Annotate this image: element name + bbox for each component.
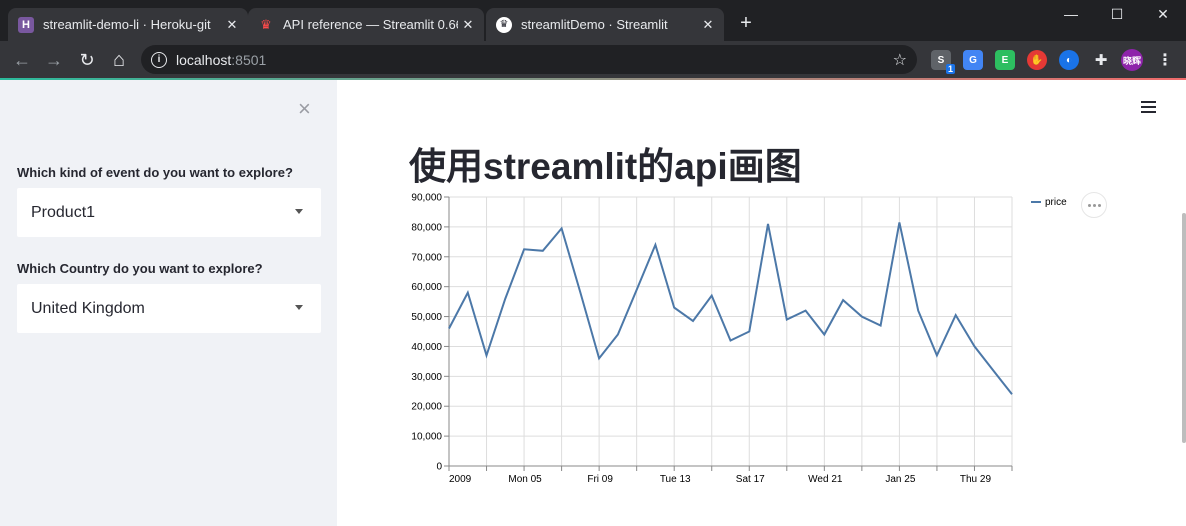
y-tick-label: 20,000 bbox=[411, 402, 442, 413]
url-port: :8501 bbox=[231, 51, 267, 68]
close-icon[interactable]: ✕ bbox=[222, 17, 242, 33]
ext-glyph: G bbox=[969, 54, 977, 66]
url-text: localhost:8501 bbox=[176, 52, 266, 68]
globe-ext-icon[interactable]: ◐ bbox=[1059, 50, 1079, 70]
y-tick-label: 70,000 bbox=[411, 252, 442, 263]
country-select-label: Which Country do you want to explore? bbox=[17, 261, 263, 276]
profile-avatar[interactable]: 晓辉 bbox=[1121, 49, 1143, 71]
home-button[interactable]: ⌂ bbox=[106, 47, 132, 73]
y-tick-label: 90,000 bbox=[411, 193, 442, 204]
tab-api-reference[interactable]: ♛ API reference — Streamlit 0.66 ✕ bbox=[248, 8, 484, 41]
address-bar[interactable]: i localhost:8501 ☆ bbox=[141, 45, 917, 74]
ext-glyph: ✚ bbox=[1094, 52, 1108, 69]
browser-toolbar: ← → ↻ ⌂ i localhost:8501 ☆ S 1 G E ✋ ◐ ✚… bbox=[0, 41, 1186, 78]
close-icon[interactable]: ✕ bbox=[698, 17, 718, 33]
y-tick-label: 50,000 bbox=[411, 312, 442, 323]
browser-window: H streamlit-demo-li · Heroku-git ✕ ♛ API… bbox=[0, 0, 1186, 526]
y-tick-label: 0 bbox=[436, 462, 442, 473]
minimize-button[interactable]: — bbox=[1048, 0, 1094, 28]
new-tab-button[interactable]: + bbox=[735, 12, 757, 34]
legend-label: price bbox=[1045, 197, 1067, 208]
evernote-icon[interactable]: E bbox=[995, 50, 1015, 70]
ext-glyph: ◐ bbox=[1065, 54, 1073, 66]
streamlit-favicon-icon: ♛ bbox=[496, 16, 512, 33]
x-tick-label: 2009 bbox=[449, 474, 472, 485]
main-content: 使用streamlit的api画图 0 10,000 20,000 30,000 40,… bbox=[337, 80, 1186, 526]
y-tick-label: 60,000 bbox=[411, 282, 442, 293]
puzzle-icon[interactable]: ✚ bbox=[1091, 50, 1111, 70]
x-tick-label: Wed 21 bbox=[808, 474, 843, 485]
chevron-down-icon bbox=[295, 209, 303, 214]
x-tick-label: Thu 29 bbox=[960, 474, 992, 485]
y-tick-label: 40,000 bbox=[411, 342, 442, 353]
reload-button[interactable]: ↻ bbox=[74, 47, 100, 73]
tab-strip: H streamlit-demo-li · Heroku-git ✕ ♛ API… bbox=[0, 0, 1186, 41]
x-tick-label: Fri 09 bbox=[587, 474, 613, 485]
app-menu-icon[interactable] bbox=[1141, 101, 1156, 114]
chart-actions-button[interactable] bbox=[1081, 192, 1107, 218]
close-window-button[interactable]: ✕ bbox=[1140, 0, 1186, 28]
scrollbar[interactable] bbox=[1182, 213, 1186, 443]
country-select-value: United Kingdom bbox=[31, 299, 145, 317]
forward-button[interactable]: → bbox=[41, 47, 67, 73]
y-tick-label: 10,000 bbox=[411, 432, 442, 443]
tab-title: API reference — Streamlit 0.66 bbox=[283, 17, 458, 32]
browser-menu-icon[interactable]: ⋮ bbox=[1155, 50, 1175, 70]
close-sidebar-icon[interactable]: × bbox=[298, 96, 311, 122]
series-line-price bbox=[448, 222, 1013, 395]
close-icon[interactable]: ✕ bbox=[458, 17, 478, 33]
event-select-label: Which kind of event do you want to explo… bbox=[17, 165, 293, 180]
x-tick-label: Tue 13 bbox=[660, 474, 691, 485]
tab-streamlit-demo[interactable]: ♛ streamlitDemo · Streamlit ✕ bbox=[486, 8, 724, 41]
x-tick-label: Mon 05 bbox=[508, 474, 542, 485]
s-ext-icon[interactable]: S 1 bbox=[931, 50, 955, 74]
event-select-value: Product1 bbox=[31, 203, 96, 221]
translate-icon[interactable]: G bbox=[963, 50, 983, 70]
maximize-button[interactable]: ☐ bbox=[1094, 0, 1140, 28]
y-tick-label: 80,000 bbox=[411, 222, 442, 233]
ext-glyph: E bbox=[1001, 54, 1009, 66]
site-info-icon[interactable]: i bbox=[151, 51, 167, 68]
x-tick-label: Jan 25 bbox=[885, 474, 915, 485]
tab-heroku[interactable]: H streamlit-demo-li · Heroku-git ✕ bbox=[8, 8, 248, 41]
x-tick-label: Sat 17 bbox=[736, 474, 765, 485]
tab-title: streamlitDemo · Streamlit bbox=[521, 17, 668, 32]
line-chart: 0 10,000 20,000 30,000 40,000 50,000 60,000 70,… bbox=[411, 193, 1067, 486]
back-button[interactable]: ← bbox=[9, 47, 35, 73]
event-select[interactable]: Product1 bbox=[17, 188, 321, 237]
url-host: localhost bbox=[176, 51, 232, 68]
chevron-down-icon bbox=[295, 305, 303, 310]
ext-glyph: ✋ bbox=[1030, 54, 1044, 66]
country-select[interactable]: United Kingdom bbox=[17, 284, 321, 333]
ext-glyph: S bbox=[937, 54, 945, 66]
bookmark-star-icon[interactable]: ☆ bbox=[893, 50, 907, 70]
streamlit-favicon-icon: ♛ bbox=[260, 16, 272, 32]
sidebar: × Which kind of event do you want to exp… bbox=[0, 80, 337, 526]
adblock-icon[interactable]: ✋ bbox=[1027, 50, 1047, 70]
heroku-favicon-icon: H bbox=[18, 16, 34, 33]
badge: 1 bbox=[945, 64, 955, 74]
y-tick-label: 30,000 bbox=[411, 372, 442, 383]
tab-title: streamlit-demo-li · Heroku-git bbox=[43, 17, 211, 32]
